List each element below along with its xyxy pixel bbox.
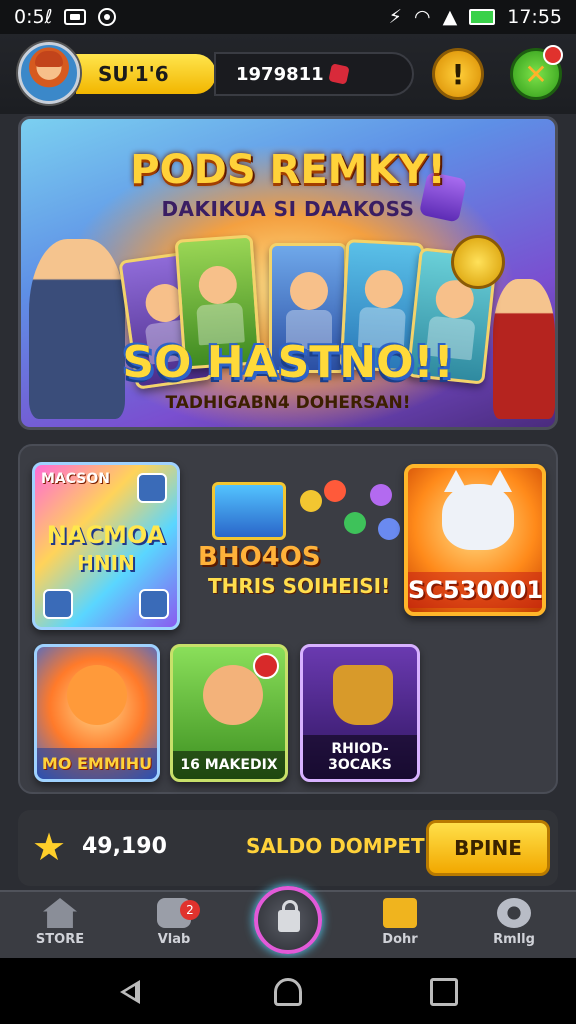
hero-headline: SO HASTNO!! bbox=[122, 337, 454, 388]
wallet-label: SALDO DOMPET bbox=[246, 834, 425, 858]
tile-title: NACMOA bbox=[46, 521, 166, 549]
tile-label: 16 MAKEDIX bbox=[173, 751, 285, 779]
hero-title: PODS REMKY! bbox=[130, 147, 446, 193]
promo-subtitle: THRIS SOIHEISI! bbox=[208, 574, 391, 598]
status-left: 0:5ℓ bbox=[14, 6, 117, 28]
status-time-left: 0:5ℓ bbox=[14, 6, 53, 28]
close-notification-badge bbox=[543, 45, 563, 65]
bottom-nav: STORE 2 Vlab Dohr Rmllg bbox=[0, 886, 576, 958]
nav-label: Vlab bbox=[157, 932, 191, 947]
nav-label: Dohr bbox=[382, 932, 418, 947]
status-bar: 0:5ℓ ⚡ ◠ ▲ 17:55 bbox=[0, 0, 576, 34]
nav-center-lock-button[interactable] bbox=[254, 886, 322, 954]
player-avatar[interactable] bbox=[18, 42, 80, 104]
gold-coin-icon bbox=[451, 235, 505, 289]
close-button[interactable]: ✕ bbox=[510, 45, 563, 100]
promo-title: BHO4OS bbox=[198, 542, 321, 572]
close-icon: ✕ bbox=[524, 57, 548, 91]
wifi-icon: ◠ bbox=[414, 6, 431, 28]
game-tile-adventurer[interactable]: 16 MAKEDIX bbox=[170, 644, 288, 782]
nav-label: Rmllg bbox=[493, 932, 535, 947]
app-notification-icon bbox=[98, 8, 117, 26]
wallet-amount: 49,190 bbox=[82, 834, 167, 859]
status-time-right: 17:55 bbox=[507, 6, 562, 28]
tile-subtitle: HNIN bbox=[77, 551, 135, 575]
tile-label: MO EMMIHU bbox=[37, 748, 157, 779]
back-icon[interactable] bbox=[116, 978, 144, 1006]
android-nav-bar bbox=[0, 958, 576, 1024]
cat-mascot-icon bbox=[442, 470, 514, 550]
signal-icon: ▲ bbox=[442, 6, 458, 28]
tile-label: RHIOD-3OCAKS bbox=[303, 735, 417, 779]
gear-icon bbox=[497, 898, 531, 928]
vibrate-icon: ⚡ bbox=[388, 6, 403, 28]
games-panel: MACSON NACMOA HNIN BHO4OS THRIS SOIHEISI… bbox=[18, 444, 558, 794]
nav-label: STORE bbox=[35, 932, 85, 947]
notification-badge: 2 bbox=[180, 900, 200, 920]
coin-balance: 1979811 bbox=[236, 63, 324, 85]
status-right: ⚡ ◠ ▲ 17:55 bbox=[389, 6, 562, 28]
house-icon bbox=[43, 898, 77, 928]
game-tile-cat-jackpot[interactable]: SC530001 bbox=[404, 464, 546, 616]
alert-button[interactable]: ! bbox=[432, 48, 484, 100]
player-name: SU'1'6 bbox=[98, 62, 169, 86]
hero-tagline: TADHIGABN4 DOHERSAN! bbox=[165, 393, 411, 413]
hero-subtitle: DAKIKUA SI DAAKOSS bbox=[161, 197, 415, 221]
game-tile-fox[interactable]: MO EMMIHU bbox=[34, 644, 160, 782]
character-left-art bbox=[29, 239, 125, 419]
coin-balance-pill[interactable]: 1979811 bbox=[214, 52, 414, 96]
tile-badge-icon bbox=[253, 653, 279, 679]
nav-item-play[interactable]: 2 Vlab bbox=[134, 896, 214, 956]
wallet-bar: ★ 49,190 SALDO DOMPET BPINE bbox=[18, 810, 558, 886]
gem-icon bbox=[327, 63, 350, 85]
treasure-chest-icon bbox=[212, 482, 286, 540]
battery-icon bbox=[469, 9, 496, 25]
player-name-pill[interactable]: SU'1'6 bbox=[76, 54, 216, 94]
hero-banner[interactable]: PODS REMKY! DAKIKUA SI DAAKOSS SO HASTNO… bbox=[18, 116, 558, 430]
lock-icon bbox=[278, 900, 300, 932]
nav-item-store[interactable]: STORE bbox=[20, 896, 100, 956]
gem-icon bbox=[378, 518, 400, 540]
gift-icon bbox=[383, 898, 417, 928]
alert-icon: ! bbox=[451, 57, 465, 91]
wallet-button-label: BPINE bbox=[454, 836, 522, 860]
portrait-icon bbox=[137, 473, 167, 503]
promo-art bbox=[198, 472, 400, 552]
top-header: SU'1'6 1979811 ! ✕ bbox=[0, 34, 576, 114]
jackpot-amount: SC530001 bbox=[408, 572, 542, 608]
gem-icon bbox=[344, 512, 366, 534]
portrait-icon bbox=[139, 589, 169, 619]
nav-item-rewards[interactable]: Dohr bbox=[360, 896, 440, 956]
portrait-icon bbox=[43, 589, 73, 619]
image-notification-icon bbox=[64, 9, 87, 25]
wallet-action-button[interactable]: BPINE bbox=[426, 820, 550, 876]
trophy-icon bbox=[333, 665, 393, 725]
game-tile-macson[interactable]: MACSON NACMOA HNIN bbox=[32, 462, 180, 630]
coin-icon bbox=[300, 490, 322, 512]
gem-icon bbox=[370, 484, 392, 506]
adventurer-icon bbox=[203, 665, 263, 725]
gem-icon bbox=[324, 480, 346, 502]
star-icon: ★ bbox=[32, 825, 67, 869]
recent-apps-icon[interactable] bbox=[430, 978, 458, 1006]
game-tile-trophy[interactable]: RHIOD-3OCAKS bbox=[300, 644, 420, 782]
tile-corner-label: MACSON bbox=[41, 471, 111, 487]
nav-item-settings[interactable]: Rmllg bbox=[474, 896, 554, 956]
home-icon[interactable] bbox=[274, 978, 302, 1006]
fox-mascot-icon bbox=[67, 665, 127, 725]
